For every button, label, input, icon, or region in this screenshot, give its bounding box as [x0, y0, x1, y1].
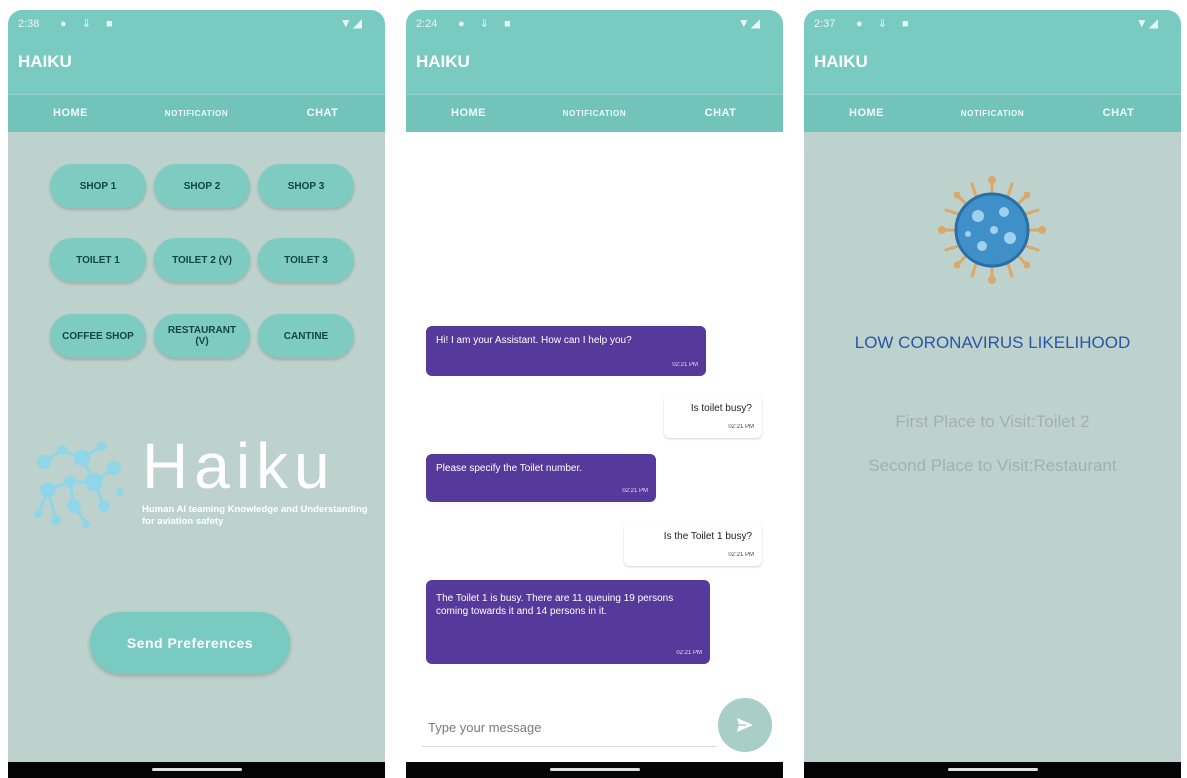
tab-notification[interactable]: NOTIFICATION: [134, 109, 259, 118]
chat-message-user: Is the Toilet 1 busy? 02:21 PM: [624, 522, 762, 566]
app-title: HAIKU: [416, 52, 470, 71]
status-time: 2:37: [814, 18, 836, 30]
tab-home[interactable]: HOME: [8, 107, 133, 135]
place-button-shop-2[interactable]: SHOP 2: [154, 164, 250, 208]
message-time: 02:21 PM: [676, 650, 702, 656]
message-input[interactable]: Type your message: [428, 720, 541, 735]
message-time: 02:21 PM: [672, 362, 698, 368]
phone-notification-screen: 2:37 ● ⇓ ■ ▼◢ HAIKU HOME NOTIFICATION CH…: [804, 10, 1181, 778]
tab-bar: HOME NOTIFICATION CHAT: [804, 94, 1181, 134]
place-button-shop-3[interactable]: SHOP 3: [258, 164, 354, 208]
chat-message-bot: Hi! I am your Assistant. How can I help …: [426, 326, 706, 376]
place-button-toilet-3[interactable]: TOILET 3: [258, 238, 354, 282]
system-nav-bar: [406, 762, 783, 778]
message-text: Is toilet busy?: [690, 403, 752, 414]
home-gesture-pill[interactable]: [549, 768, 640, 771]
place-button-cantine[interactable]: CANTINE: [258, 314, 354, 358]
signal-battery-icon: ▼◢: [1135, 16, 1159, 30]
status-bar: 2:24 ● ⇓ ■ ▼◢: [416, 16, 773, 34]
message-text: Hi! I am your Assistant. How can I help …: [436, 335, 632, 346]
place-button-toilet-1[interactable]: TOILET 1: [50, 238, 146, 282]
status-icons: ● ⇓ ■: [60, 18, 119, 30]
coronavirus-icon: [938, 176, 1046, 284]
message-time: 02:21 PM: [728, 424, 754, 430]
place-button-coffee-shop[interactable]: COFFEE SHOP: [50, 314, 146, 358]
place-button-shop-1[interactable]: SHOP 1: [50, 164, 146, 208]
message-text: The Toilet 1 is busy. There are 11 queui…: [436, 593, 674, 617]
molecule-logo-icon: [34, 441, 124, 528]
chat-message-user: Is toilet busy? 02:21 PM: [664, 394, 762, 438]
home-gesture-pill[interactable]: [947, 768, 1038, 771]
chat-content: Hi! I am your Assistant. How can I help …: [406, 132, 783, 762]
message-time: 02:21 PM: [728, 552, 754, 558]
tab-notification[interactable]: NOTIFICATION: [532, 109, 657, 118]
app-bar: 2:38 ● ⇓ ■ ▼◢ HAIKU HOME NOTIFICATION CH…: [8, 10, 385, 135]
message-text: Is the Toilet 1 busy?: [663, 531, 752, 542]
app-title: HAIKU: [18, 52, 72, 71]
input-underline: [422, 746, 717, 747]
chat-message-bot: The Toilet 1 is busy. There are 11 queui…: [426, 580, 710, 664]
send-icon: [737, 718, 753, 732]
app-bar: 2:37 ● ⇓ ■ ▼◢ HAIKU HOME NOTIFICATION CH…: [804, 10, 1181, 134]
chat-message-bot: Please specify the Toilet number. 02:21 …: [426, 454, 656, 502]
send-preferences-button[interactable]: Send Preferences: [90, 612, 290, 674]
tab-chat[interactable]: CHAT: [260, 107, 385, 119]
status-bar: 2:38 ● ⇓ ■ ▼◢: [18, 16, 375, 34]
system-nav-bar: [8, 762, 385, 778]
notification-content: LOW CORONAVIRUS LIKELIHOOD First Place t…: [804, 132, 1181, 762]
haiku-logo: Haiku Human AI teaming Knowledge and Und…: [24, 432, 369, 542]
tab-chat[interactable]: CHAT: [658, 107, 783, 135]
tab-bar: HOME NOTIFICATION CHAT: [8, 94, 385, 135]
tab-home[interactable]: HOME: [406, 107, 531, 119]
home-content: SHOP 1 SHOP 2 SHOP 3 TOILET 1 TOILET 2 (…: [8, 132, 385, 762]
second-place-label: Second Place to Visit:Restaurant: [868, 456, 1117, 475]
message-time: 02:21 PM: [622, 488, 648, 494]
system-nav-bar: [804, 762, 1181, 778]
place-button-restaurant[interactable]: RESTAURANT (V): [154, 314, 250, 358]
likelihood-label: LOW CORONAVIRUS LIKELIHOOD: [854, 333, 1131, 352]
signal-battery-icon: ▼◢: [339, 16, 363, 30]
tab-bar: HOME NOTIFICATION CHAT: [406, 94, 783, 135]
tab-notification[interactable]: NOTIFICATION: [930, 109, 1055, 134]
tab-home[interactable]: HOME: [804, 107, 929, 119]
phone-chat-screen: 2:24 ● ⇓ ■ ▼◢ HAIKU HOME NOTIFICATION CH…: [406, 10, 783, 778]
status-icons: ● ⇓ ■: [856, 18, 915, 30]
logo-tagline: Human AI teaming Knowledge and Understan…: [142, 504, 368, 527]
logo-wordmark: Haiku: [142, 430, 336, 502]
message-text: Please specify the Toilet number.: [436, 463, 583, 474]
home-gesture-pill[interactable]: [151, 768, 242, 771]
send-message-button[interactable]: [718, 698, 772, 752]
app-bar: 2:24 ● ⇓ ■ ▼◢ HAIKU HOME NOTIFICATION CH…: [406, 10, 783, 135]
status-time: 2:24: [416, 18, 438, 30]
place-button-toilet-2[interactable]: TOILET 2 (V): [154, 238, 250, 282]
app-title: HAIKU: [814, 52, 868, 71]
tab-chat[interactable]: CHAT: [1056, 107, 1181, 119]
signal-battery-icon: ▼◢: [737, 16, 761, 30]
status-icons: ● ⇓ ■: [458, 18, 517, 30]
first-place-label: First Place to Visit:Toilet 2: [895, 412, 1090, 431]
status-time: 2:38: [18, 18, 40, 30]
status-bar: 2:37 ● ⇓ ■ ▼◢: [814, 16, 1171, 34]
phone-home-screen: 2:38 ● ⇓ ■ ▼◢ HAIKU HOME NOTIFICATION CH…: [8, 10, 385, 778]
